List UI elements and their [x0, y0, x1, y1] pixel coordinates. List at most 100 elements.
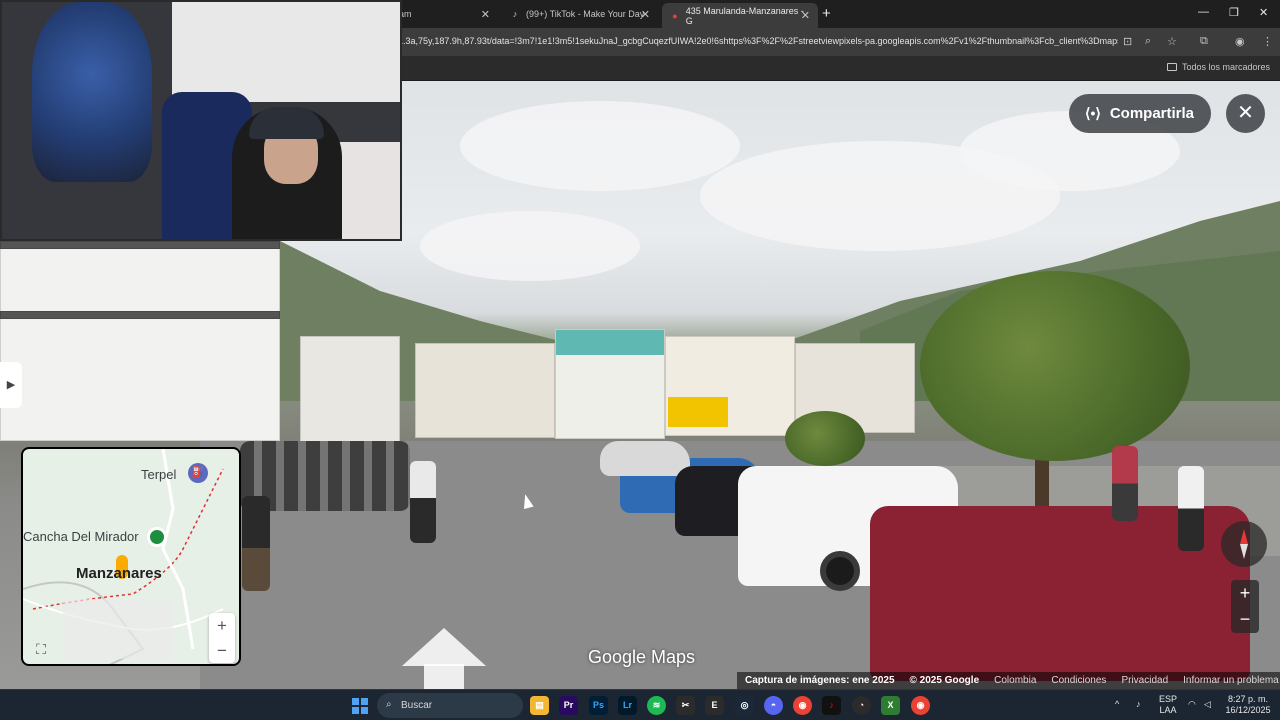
more-menu-icon[interactable]: ⋮ [1262, 35, 1273, 48]
date: 16/12/2025 [1225, 705, 1271, 715]
lightroom-icon[interactable]: Lr [618, 696, 637, 715]
share-icon: ⟨•⟩ [1085, 105, 1101, 121]
minimap-zoom-control: + − [209, 613, 235, 663]
compass-icon[interactable] [1221, 521, 1267, 567]
chrome-icon[interactable]: ◉ [793, 696, 812, 715]
tab-tiktok[interactable]: ♪ (99+) TikTok - Make Your Day ✕ [502, 3, 658, 25]
silver-car [600, 441, 690, 476]
zoom-in-button[interactable]: + [1231, 580, 1259, 606]
building-center-right [665, 336, 795, 436]
map-pin-icon[interactable] [147, 527, 167, 547]
zoom-out-button[interactable]: − [1231, 606, 1259, 632]
language-code: ESP [1158, 694, 1177, 704]
compass-north-icon [1240, 529, 1248, 544]
streamer-cap [249, 107, 324, 139]
attribution-bar: Captura de imágenes: ene 2025 © 2025 Goo… [737, 672, 1280, 689]
map-label-terpel: Terpel [141, 467, 177, 482]
minimize-icon[interactable]: — [1198, 6, 1209, 18]
bookmark-star-icon[interactable]: ☆ [1167, 35, 1177, 48]
balcony-railing [0, 241, 280, 249]
language-indicator[interactable]: ESP LAA [1156, 694, 1180, 716]
building-center [415, 343, 555, 438]
wall [172, 2, 400, 102]
tab-label: 435 Marulanda-Manzanares - G [685, 5, 804, 26]
pedestrian [410, 461, 436, 543]
extensions-icon[interactable]: ⧉ [1200, 35, 1208, 48]
pedestrian [242, 496, 270, 591]
close-street-view-button[interactable]: ✕ [1226, 94, 1265, 133]
building-left [0, 241, 280, 441]
tab-google-maps[interactable]: ● 435 Marulanda-Manzanares - G ✕ [662, 3, 818, 28]
profile-avatar-icon[interactable]: ◉ [1235, 35, 1245, 48]
pedestrian [1112, 446, 1138, 521]
premiere-pro-icon[interactable]: Pr [559, 696, 578, 715]
christmas-tree [32, 2, 152, 182]
pedestrian [1178, 466, 1204, 551]
webcam-overlay [0, 0, 402, 241]
keyboard-layout: LAA [1159, 705, 1177, 715]
street-view-zoom-control: + − [1231, 580, 1259, 633]
screen: ram ✕ ♪ (99+) TikTok - Make Your Day ✕ ●… [0, 0, 1280, 720]
fullscreen-icon[interactable]: ⛶ [29, 637, 53, 661]
volume-icon[interactable]: ◁ [1204, 699, 1211, 710]
capture-date: Captura de imágenes: ene 2025 [745, 675, 895, 686]
google-maps-logo: Google Maps [588, 647, 696, 667]
windows-start-icon[interactable] [352, 698, 368, 714]
clock[interactable]: 8:27 p. m. 16/12/2025 [1222, 694, 1274, 716]
spotify-icon[interactable]: ≋ [647, 696, 666, 715]
chrome-active-icon[interactable]: ◉ [911, 696, 930, 715]
cloud [460, 101, 740, 191]
file-explorer-icon[interactable]: ▤ [530, 696, 549, 715]
expand-side-panel-button[interactable]: ▶ [0, 362, 22, 408]
install-app-icon[interactable]: ⊡ [1123, 35, 1132, 48]
time: 8:27 p. m. [1227, 694, 1269, 704]
taskbar-search[interactable]: ⌕ Buscar [377, 693, 523, 718]
steam-icon[interactable]: ◎ [735, 696, 754, 715]
tiktok-icon: ♪ [512, 9, 518, 19]
teal-roof [556, 330, 664, 355]
navigation-arrow-icon[interactable] [402, 628, 486, 666]
obs-icon[interactable]: ◔ [852, 696, 871, 715]
zoom-icon[interactable]: ⌕ [1145, 35, 1151, 48]
gas-station-icon[interactable]: ⛽ [188, 463, 208, 483]
search-icon: ⌕ [386, 699, 392, 710]
show-hidden-icons[interactable]: ^ [1115, 699, 1119, 710]
shrub [785, 411, 865, 466]
balcony-railing [0, 311, 280, 319]
tiktok-app-icon[interactable]: ♪ [822, 696, 841, 715]
share-label: Compartirla [1109, 105, 1195, 122]
address-bar[interactable]: 1.3a,75y,187.9h,87.93t/data=!3m7!1e1!3m5… [398, 36, 1118, 46]
minimap-zoom-in-button[interactable]: + [209, 613, 235, 638]
report-problem-link[interactable]: Informar un problema [1183, 675, 1279, 686]
navigation-arrow-stem[interactable] [424, 664, 464, 689]
copyright: © 2025 Google [909, 675, 980, 686]
restore-icon[interactable]: ❐ [1229, 6, 1239, 19]
map-label-cancha: Cancha Del Mirador [23, 529, 139, 544]
close-tab-icon[interactable]: ✕ [481, 8, 490, 21]
compass-south-icon [1240, 544, 1248, 559]
privacy-link[interactable]: Privacidad [1121, 675, 1168, 686]
tree [920, 271, 1190, 461]
share-button[interactable]: ⟨•⟩ Compartirla [1069, 94, 1211, 133]
country-link[interactable]: Colombia [994, 675, 1036, 686]
all-bookmarks-button[interactable]: Todos los marcadores [1166, 62, 1270, 72]
wheel [820, 551, 860, 591]
window-close-icon[interactable]: ✕ [1259, 6, 1268, 19]
terms-link[interactable]: Condiciones [1051, 675, 1106, 686]
new-tab-button[interactable]: + [822, 5, 831, 22]
store-sign [668, 397, 728, 427]
close-tab-icon[interactable]: ✕ [801, 9, 810, 22]
search-placeholder: Buscar [401, 700, 433, 711]
minimap[interactable]: ⛽ Terpel Cancha Del Mirador Manzanares +… [21, 447, 241, 666]
close-tab-icon[interactable]: ✕ [641, 8, 650, 21]
photoshop-icon[interactable]: Ps [589, 696, 608, 715]
capcut-icon[interactable]: ✂ [676, 696, 695, 715]
epic-games-icon[interactable]: E [705, 696, 724, 715]
tab-instagram[interactable]: ram ✕ [388, 3, 498, 25]
taskbar: ⌕ Buscar ▤ Pr Ps Lr ≋ ✂ E ◎ ◓ ◉ ♪ ◔ X ◉ … [0, 689, 1280, 720]
wifi-icon[interactable]: ◠ [1188, 699, 1196, 710]
discord-icon[interactable]: ◓ [764, 696, 783, 715]
microphone-icon[interactable]: ♪ [1136, 699, 1141, 710]
minimap-zoom-out-button[interactable]: − [209, 638, 235, 663]
excel-icon[interactable]: X [881, 696, 900, 715]
